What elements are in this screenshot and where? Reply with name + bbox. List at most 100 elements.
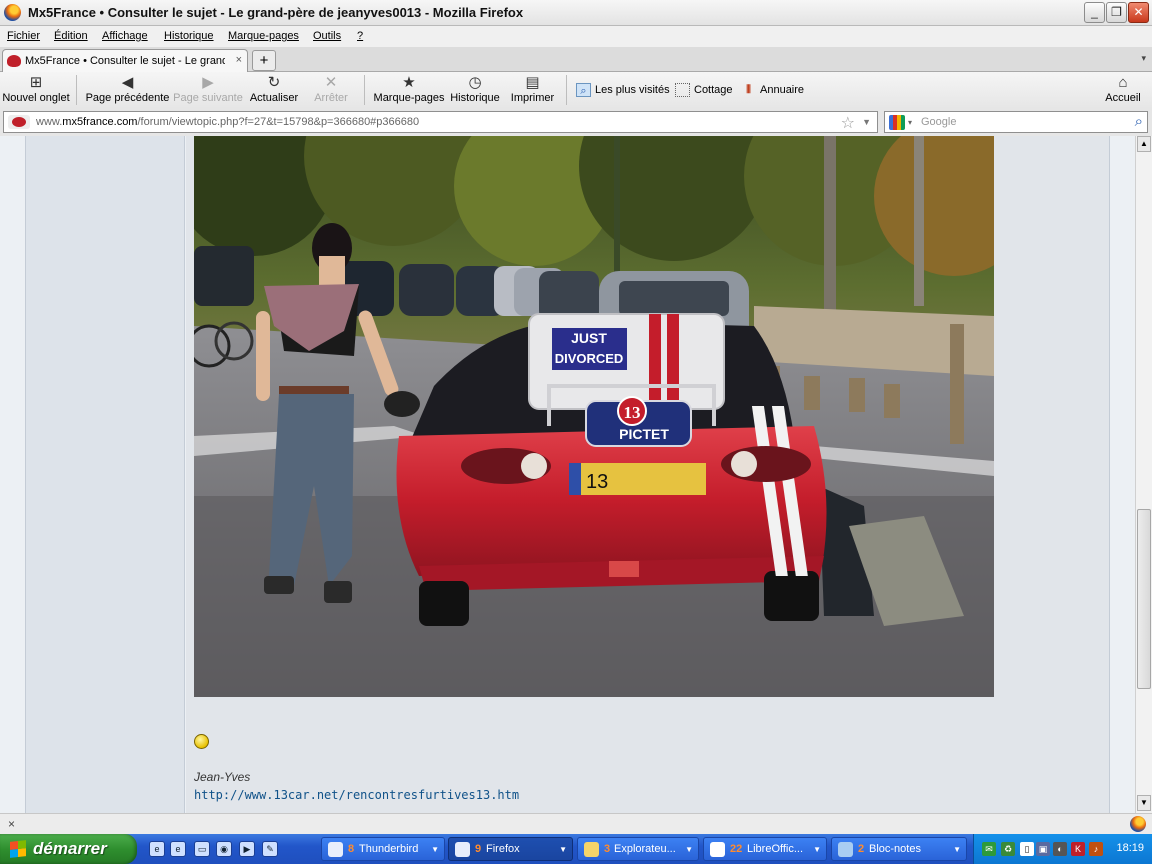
minimize-button[interactable]: _ xyxy=(1084,2,1105,23)
taskbar-firefox[interactable]: 9 Firefox ▼ xyxy=(448,837,573,861)
history-label: Historique xyxy=(450,92,500,104)
search-magnifier-icon[interactable]: ⌕ xyxy=(1135,113,1143,130)
google-engine-icon[interactable] xyxy=(889,115,905,130)
window-title: Mx5France • Consulter le sujet - Le gran… xyxy=(28,5,524,20)
menu-marque-pages[interactable]: Marque-pages xyxy=(228,30,299,42)
ie2-quicklaunch-icon[interactable]: e xyxy=(170,841,186,857)
taskbar-thunderbird[interactable]: 8 Thunderbird ▼ xyxy=(321,837,445,861)
home-icon: ⌂ xyxy=(1118,74,1128,91)
restore-button[interactable]: ❐ xyxy=(1106,2,1127,23)
bookmark-cottage[interactable]: Cottage xyxy=(675,83,733,97)
taskbar-explorer[interactable]: 3 Explorateu... ▼ xyxy=(577,837,699,861)
document-tray-icon[interactable]: ▯ xyxy=(1020,842,1034,856)
engine-chevron-icon[interactable]: ▾ xyxy=(908,118,912,127)
volume-tray-icon[interactable]: ♪ xyxy=(1089,842,1103,856)
badge-number: 13 xyxy=(624,403,641,422)
menu-bar: Fichier Édition Affichage Historique Mar… xyxy=(0,26,1152,47)
network-tray-icon[interactable]: ◐ xyxy=(1053,842,1067,856)
desktop-quicklaunch-icon[interactable]: ▭ xyxy=(194,841,210,857)
bookmarks-button[interactable]: ★ Marque-pages xyxy=(373,75,445,107)
url-domain: mx5france.com xyxy=(62,116,138,128)
scroll-up-icon[interactable]: ▲ xyxy=(1137,136,1151,152)
bookmark-most-visited[interactable]: ⌕ Les plus visités xyxy=(576,83,670,97)
scroll-down-icon[interactable]: ▼ xyxy=(1137,795,1151,811)
url-prefix: www. xyxy=(36,116,63,128)
vertical-scrollbar[interactable]: ▲ ▼ xyxy=(1135,136,1152,813)
sign-line1: JUST xyxy=(571,330,607,346)
search-box[interactable]: ▾ Google ⌕ xyxy=(884,111,1148,133)
task-chevron-icon: ▼ xyxy=(431,845,439,854)
task-chevron-icon: ▼ xyxy=(559,845,567,854)
start-button[interactable]: démarrer xyxy=(0,834,137,864)
site-identity-icon[interactable] xyxy=(8,115,30,129)
signature-link[interactable]: http://www.13car.net/rencontresfurtives1… xyxy=(194,788,519,802)
windows-taskbar: démarrer e e ▭ ◉ ▶ ✎ 8 Thunderbird ▼ 9 F… xyxy=(0,834,1152,864)
task-count: 8 xyxy=(348,843,355,855)
address-bar[interactable]: www.mx5france.com/forum/viewtopic.php?f=… xyxy=(3,111,878,133)
search-input[interactable]: Google xyxy=(921,116,956,128)
most-visited-label: Les plus visités xyxy=(595,83,670,96)
forward-button[interactable]: ▶ Page suivante xyxy=(173,75,243,107)
annuaire-bars-icon: ⦀ xyxy=(746,84,751,96)
history-button[interactable]: ◷ Historique xyxy=(450,75,500,107)
address-text[interactable]: www.mx5france.com/forum/viewtopic.php?f=… xyxy=(36,116,419,128)
document-icon xyxy=(710,842,725,857)
signature-name: Jean-Yves xyxy=(194,770,251,784)
taskbar-libreoffice[interactable]: 22 LibreOffic... ▼ xyxy=(703,837,827,861)
mail-tray-icon[interactable]: ✉ xyxy=(982,842,996,856)
task-name: LibreOffic... xyxy=(747,843,804,855)
tab-mx5france[interactable]: Mx5France • Consulter le sujet - Le gran… xyxy=(2,49,248,72)
system-tray: ✉ ♻ ▯ ▣ ◐ K ♪ 18:19 xyxy=(973,834,1152,864)
media-quicklaunch-icon[interactable]: ▶ xyxy=(239,841,255,857)
post-right-border xyxy=(1109,136,1110,813)
new-tab-button[interactable]: + xyxy=(252,50,276,71)
firefox-quicklaunch-icon[interactable]: ◉ xyxy=(216,841,232,857)
task-name: Thunderbird xyxy=(359,843,419,855)
firefox-task-icon xyxy=(455,842,470,857)
close-findbar-icon[interactable]: × xyxy=(8,817,15,831)
menu-outils[interactable]: Outils xyxy=(313,30,341,42)
smiley-emoticon-icon xyxy=(194,734,209,749)
notepad-icon xyxy=(838,842,853,857)
url-history-chevron-icon[interactable]: ▼ xyxy=(862,117,871,127)
reload-button[interactable]: ↻ Actualiser xyxy=(249,75,299,107)
back-button[interactable]: ◀ Page précédente xyxy=(85,75,170,107)
scrollbar-thumb[interactable] xyxy=(1137,509,1151,689)
menu-affichage[interactable]: Affichage xyxy=(102,30,148,42)
thunderbird-icon xyxy=(328,842,343,857)
bookmark-star-icon: ★ xyxy=(402,74,416,91)
url-toolbar: www.mx5france.com/forum/viewtopic.php?f=… xyxy=(0,109,1152,136)
clock-icon: ◷ xyxy=(468,74,482,91)
annuaire-label: Annuaire xyxy=(760,83,805,96)
menu-historique[interactable]: Historique xyxy=(164,30,214,42)
antivirus-tray-icon[interactable]: K xyxy=(1071,842,1085,856)
display-tray-icon[interactable]: ▣ xyxy=(1036,842,1050,856)
menu-edition[interactable]: Édition xyxy=(54,30,88,42)
close-button[interactable]: ✕ xyxy=(1128,2,1149,23)
update-tray-icon[interactable]: ♻ xyxy=(1001,842,1015,856)
menu-fichier[interactable]: Fichier xyxy=(7,30,40,42)
bookmark-annuaire[interactable]: ⦀ Annuaire xyxy=(741,83,804,97)
task-count: 22 xyxy=(730,843,743,855)
task-chevron-icon: ▼ xyxy=(813,845,821,854)
new-tab-toolbar-button[interactable]: ⊞ Nouvel onglet xyxy=(2,75,70,107)
new-tab-icon: ⊞ xyxy=(29,74,43,91)
taskbar-notepad[interactable]: 2 Bloc-notes ▼ xyxy=(831,837,967,861)
task-count: 2 xyxy=(858,843,865,855)
stop-label: Arrêter xyxy=(314,92,348,104)
blank-page-icon xyxy=(675,83,690,97)
notes-quicklaunch-icon[interactable]: ✎ xyxy=(262,841,278,857)
bookmarks-label: Marque-pages xyxy=(373,92,445,104)
bookmark-star-outline-icon[interactable]: ☆ xyxy=(841,113,855,133)
plate-text: 13 xyxy=(586,471,608,493)
menu-help[interactable]: ? xyxy=(357,30,363,42)
toolbar-separator xyxy=(76,75,77,105)
tab-list-chevron-icon[interactable]: ▾ xyxy=(1141,53,1146,64)
stop-button[interactable]: ✕ Arrêter xyxy=(310,75,352,107)
task-name: Bloc-notes xyxy=(869,843,921,855)
tab-close-icon[interactable]: × xyxy=(236,54,242,66)
home-button[interactable]: ⌂ Accueil xyxy=(1100,75,1146,107)
ie-quicklaunch-icon[interactable]: e xyxy=(149,841,165,857)
print-button[interactable]: ▤ Imprimer xyxy=(510,75,555,107)
task-chevron-icon: ▼ xyxy=(953,845,961,854)
